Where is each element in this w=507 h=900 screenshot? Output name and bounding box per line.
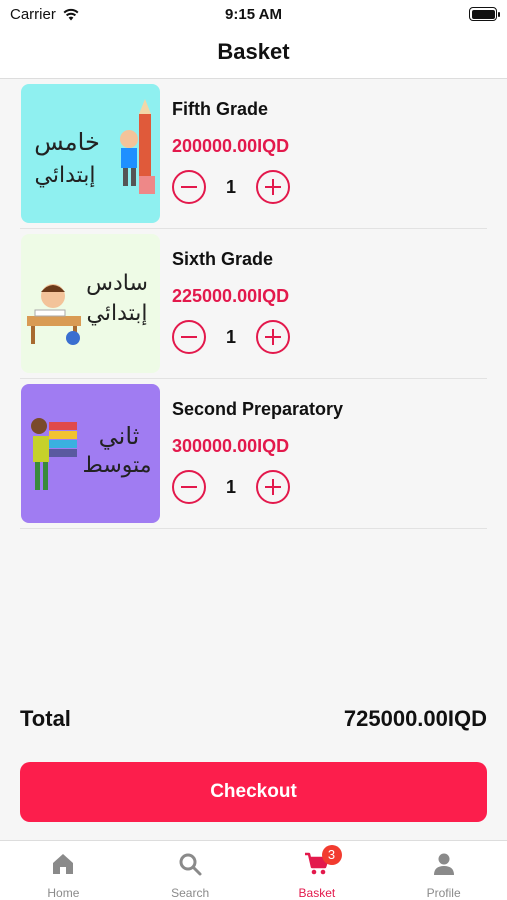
- item-thumbnail: سادس إبتدائي: [21, 234, 160, 373]
- quantity-stepper: 1: [172, 170, 290, 204]
- item-price: 225000.00IQD: [172, 286, 290, 306]
- decrease-quantity-button[interactable]: [172, 470, 206, 504]
- total-label: Total: [20, 706, 71, 731]
- basket-item-second-preparatory: ثاني متوسط Second Preparatory 300000.00I…: [20, 379, 487, 529]
- tab-label: Home: [47, 886, 80, 900]
- tab-label: Profile: [426, 886, 461, 900]
- search-icon: [179, 853, 202, 876]
- tab-search[interactable]: Search: [127, 841, 254, 900]
- total-row: Total 725000.00IQD: [20, 706, 487, 732]
- tab-home[interactable]: Home: [0, 841, 127, 900]
- quantity-value: 1: [225, 476, 236, 497]
- thumb-text-2: متوسط: [82, 453, 151, 478]
- person-icon: [433, 853, 454, 875]
- quantity-stepper: 1: [172, 320, 290, 354]
- item-price: 300000.00IQD: [172, 436, 290, 456]
- tab-bar: Home Search 3 Basket Profile: [0, 840, 507, 900]
- home-icon: [53, 854, 74, 874]
- quantity-stepper: 1: [172, 470, 343, 504]
- battery-icon: [469, 7, 500, 21]
- thumb-text-2: إبتدائي: [35, 163, 96, 188]
- decrease-quantity-button[interactable]: [172, 170, 206, 204]
- basket-list: خامس إبتدائي Fifth Grade 200000.00IQD 1: [20, 79, 487, 529]
- item-thumbnail: خامس إبتدائي: [21, 84, 160, 223]
- tab-label: Search: [171, 886, 210, 900]
- nav-header: Basket: [0, 30, 507, 79]
- total-value: 725000.00IQD: [343, 706, 487, 731]
- quantity-value: 1: [225, 326, 236, 347]
- item-thumbnail: ثاني متوسط: [21, 384, 160, 523]
- increase-quantity-button[interactable]: [256, 170, 290, 204]
- tab-basket[interactable]: 3 Basket: [254, 841, 381, 900]
- quantity-value: 1: [225, 176, 236, 197]
- status-time: 9:15 AM: [225, 6, 282, 23]
- thumb-text-1: ثاني: [99, 422, 140, 450]
- basket-item-fifth-grade: خامس إبتدائي Fifth Grade 200000.00IQD 1: [20, 79, 487, 229]
- thumb-text-1: سادس: [86, 271, 148, 296]
- decrease-quantity-button[interactable]: [172, 320, 206, 354]
- item-name: Fifth Grade: [172, 99, 269, 119]
- tab-profile[interactable]: Profile: [380, 841, 507, 900]
- page-title: Basket: [217, 39, 290, 64]
- cart-count-badge: 3: [321, 845, 342, 865]
- increase-quantity-button[interactable]: [256, 320, 290, 354]
- item-name: Sixth Grade: [172, 249, 274, 269]
- checkout-button[interactable]: Checkout: [20, 762, 487, 822]
- tab-label: Basket: [298, 886, 336, 900]
- item-name: Second Preparatory: [172, 399, 344, 419]
- increase-quantity-button[interactable]: [256, 470, 290, 504]
- thumb-text-2: إبتدائي: [87, 301, 148, 326]
- thumb-text-1: خامس: [34, 128, 100, 156]
- status-bar: Carrier 9:15 AM: [0, 0, 507, 30]
- item-price: 200000.00IQD: [172, 136, 290, 156]
- basket-item-sixth-grade: سادس إبتدائي Sixth Grade 225000.00IQD 1: [20, 229, 487, 379]
